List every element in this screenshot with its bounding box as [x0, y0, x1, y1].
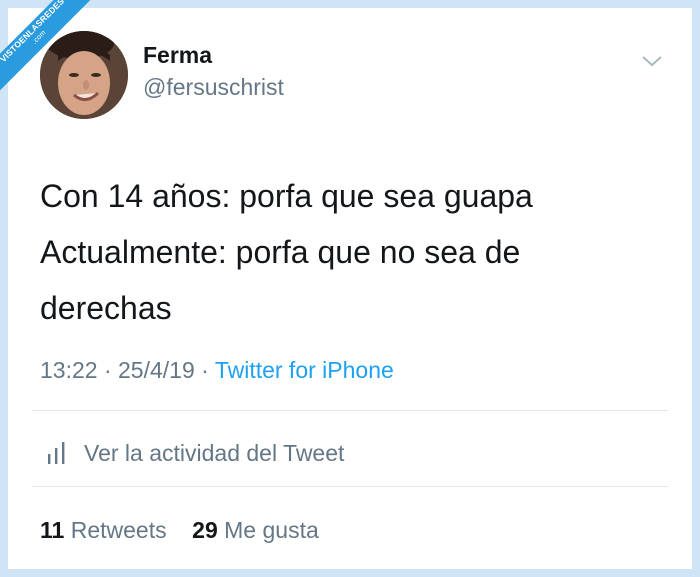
tweet-line-2: Actualmente: porfa que no sea de: [40, 234, 521, 270]
watermark-badge: VISTOENLASREDES .com: [0, 0, 95, 95]
bar-chart-icon: [48, 442, 65, 464]
tweet-date[interactable]: 25/4/19: [118, 357, 195, 383]
retweets-count: 11: [40, 517, 65, 543]
divider: [32, 410, 668, 411]
user-name[interactable]: Ferma: [143, 42, 212, 69]
tweet-stats: 11 Retweets 29 Me gusta: [40, 517, 319, 544]
user-handle[interactable]: @fersuschrist: [143, 74, 284, 101]
meta-separator: ·: [103, 357, 112, 383]
tweet-activity-link[interactable]: Ver la actividad del Tweet: [40, 433, 344, 473]
tweet-meta: 13:22 · 25/4/19 · Twitter for iPhone: [40, 357, 394, 384]
tweet-activity-label: Ver la actividad del Tweet: [84, 439, 345, 466]
tweet-source-link[interactable]: Twitter for iPhone: [215, 357, 394, 383]
retweets-stat[interactable]: 11 Retweets: [40, 517, 167, 543]
tweet-time[interactable]: 13:22: [40, 357, 98, 383]
divider: [32, 486, 668, 487]
chevron-down-icon[interactable]: [640, 52, 664, 70]
likes-count: 29: [192, 517, 218, 543]
watermark-ribbon: VISTOENLASREDES .com: [0, 0, 95, 95]
retweets-label: Retweets: [70, 517, 167, 543]
tweet-text: Con 14 años: porfa que sea guapa Actualm…: [40, 168, 660, 336]
tweet-line-1: Con 14 años: porfa que sea guapa: [40, 178, 533, 214]
tweet-card: Ferma @fersuschrist Con 14 años: porfa q…: [8, 8, 692, 569]
watermark-text: VISTOENLASREDES: [0, 0, 67, 65]
tweet-line-3: derechas: [40, 290, 172, 326]
likes-stat[interactable]: 29 Me gusta: [192, 517, 319, 543]
likes-label: Me gusta: [224, 517, 319, 543]
meta-separator: ·: [201, 357, 209, 383]
